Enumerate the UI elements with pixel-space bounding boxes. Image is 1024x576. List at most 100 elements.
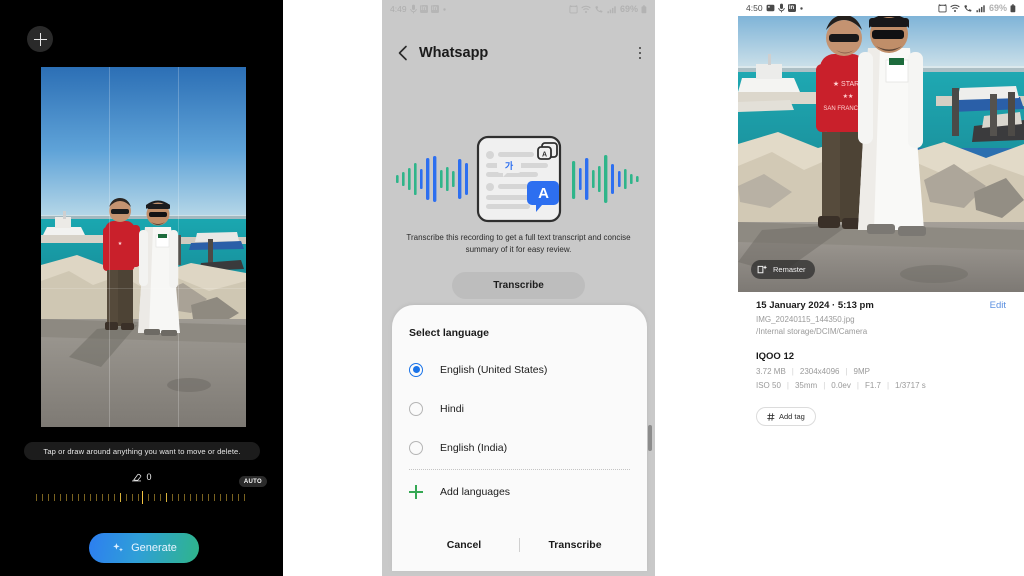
radio-button-selected[interactable] [409, 362, 423, 377]
svg-text:A: A [542, 152, 547, 159]
select-language-dialog: Select language English (United States) … [392, 305, 647, 571]
exif-iso: ISO 50 [756, 381, 781, 390]
eraser-icon [132, 473, 142, 481]
transcribe-description: Transcribe this recording to get a full … [406, 233, 631, 254]
transcribe-illustration: 가 A A [382, 125, 655, 230]
add-button[interactable] [27, 26, 53, 52]
confirm-transcribe-button[interactable]: Transcribe [520, 539, 630, 551]
language-option-label: Hindi [440, 402, 464, 415]
meta-separator: | [823, 381, 826, 390]
svg-text:A: A [538, 185, 549, 202]
dot-icon [442, 7, 446, 11]
battery-icon [641, 4, 647, 13]
remaster-button[interactable]: Remaster [751, 260, 815, 279]
status-bar-right: 4:50 in 69% [738, 0, 1024, 16]
svg-text:가: 가 [505, 160, 514, 171]
status-time: 4:50 [746, 3, 763, 13]
meta-separator: | [845, 367, 848, 376]
photo-right-image: ★ STAR ★★ SAN FRANCISCO [738, 16, 1024, 292]
call-icon [595, 5, 603, 13]
add-tag-button[interactable]: Add tag [756, 407, 816, 426]
device-name: IQOO 12 [756, 351, 795, 362]
exif-aperture: F1.7 [864, 381, 881, 390]
microphone-icon [777, 3, 785, 13]
photo-path: /Internal storage/DCIM/Camera [756, 327, 868, 336]
hash-icon [767, 412, 775, 421]
sparkle-icon [113, 543, 124, 552]
remaster-icon [757, 265, 768, 274]
generate-button[interactable]: Generate [89, 533, 199, 563]
generate-button-label: Generate [131, 542, 177, 554]
signal-icon [976, 4, 985, 12]
photo-viewer[interactable]: ★ STAR ★★ SAN FRANCISCO Remaster [738, 16, 1024, 292]
add-languages-label: Add languages [440, 486, 511, 498]
exif-shutter-speed: 1/3717 s [895, 381, 926, 390]
microphone-icon [409, 4, 417, 14]
app-bar-middle: Whatsapp [382, 34, 655, 72]
dialog-title: Select language [409, 327, 489, 339]
exif-focal-length: 35mm [794, 381, 818, 390]
language-option-list: English (United States) Hindi English (I… [392, 350, 647, 467]
editor-hint-text: Tap or draw around anything you want to … [43, 446, 241, 456]
crop-gridline-horizontal [41, 288, 246, 290]
dot-icon [799, 6, 803, 10]
photo-filename: IMG_20240115_144350.jpg [756, 315, 855, 324]
crop-gridline-vertical-1 [109, 67, 111, 427]
add-tag-label: Add tag [779, 412, 805, 421]
language-option-row[interactable]: English (India) [392, 428, 647, 467]
brush-size-slider[interactable]: 0 [0, 470, 283, 504]
plus-icon [33, 32, 47, 46]
photo-datetime: 15 January 2024 · 5:13 pm [756, 300, 874, 311]
exif-exposure-bias: 0.0ev [831, 381, 851, 390]
auto-badge[interactable]: AUTO [238, 476, 267, 487]
linkedin-icon: in [419, 5, 428, 13]
resolution: 2304x4096 [799, 367, 840, 376]
right-phone-panel: 4:50 in 69% ★ STAR ★★ SAN FRANCISCO Rema… [738, 0, 1024, 576]
brush-size-value: 0 [146, 472, 152, 482]
chevron-left-icon[interactable] [396, 45, 410, 61]
meta-separator: | [856, 381, 859, 390]
photo-canvas[interactable]: ★ [41, 67, 246, 427]
transcribe-illustration-svg: 가 A A [396, 135, 639, 223]
meta-separator: | [791, 367, 794, 376]
meta-separator: | [786, 381, 789, 390]
status-bar-left-middle: 4:49 in in [390, 4, 447, 14]
status-bar-right-right: 69% [938, 3, 1016, 13]
slider-ticks[interactable] [35, 491, 248, 504]
alarm-icon [569, 4, 578, 13]
battery-icon [1010, 3, 1016, 12]
scrollbar-thumb[interactable] [648, 425, 652, 451]
megapixels: 9MP [853, 367, 870, 376]
language-option-label: English (India) [440, 441, 508, 454]
linkedin-icon: in [787, 4, 796, 12]
transcribe-button[interactable]: Transcribe [452, 272, 585, 299]
battery-percent: 69% [619, 4, 638, 14]
radio-button[interactable] [409, 401, 423, 416]
language-option-row[interactable]: English (United States) [392, 350, 647, 389]
plus-icon [409, 485, 423, 499]
language-option-row[interactable]: Hindi [392, 389, 647, 428]
edit-link[interactable]: Edit [990, 300, 1006, 311]
add-languages-row[interactable]: Add languages [392, 474, 647, 510]
file-size: 3.72 MB [756, 367, 786, 376]
gallery-icon [766, 4, 774, 12]
crop-gridline-vertical-2 [177, 67, 179, 427]
kebab-menu-icon[interactable] [638, 46, 641, 60]
status-bar-right-middle: 69% [569, 4, 647, 14]
dialog-divider [409, 469, 630, 470]
cancel-button[interactable]: Cancel [409, 539, 519, 551]
svg-text:★ STAR: ★ STAR [833, 80, 859, 88]
left-phone-panel: ★ Tap or draw around anything you want t… [0, 0, 283, 576]
file-meta-line: 3.72 MB | 2304x4096 | 9MP [756, 367, 1006, 376]
page-title: Whatsapp [419, 45, 489, 61]
meta-separator: | [886, 381, 890, 390]
status-bar-middle: 4:49 in in 69% [382, 0, 655, 18]
signal-icon [607, 5, 616, 13]
alarm-icon [938, 3, 947, 12]
linkedin-icon: in [430, 5, 439, 13]
details-header-row: 15 January 2024 · 5:13 pm Edit [756, 300, 1006, 311]
svg-text:★: ★ [118, 241, 123, 247]
photo-left-image: ★ [41, 67, 246, 427]
status-bar-left-right: 4:50 in [746, 3, 804, 13]
radio-button[interactable] [409, 440, 423, 455]
